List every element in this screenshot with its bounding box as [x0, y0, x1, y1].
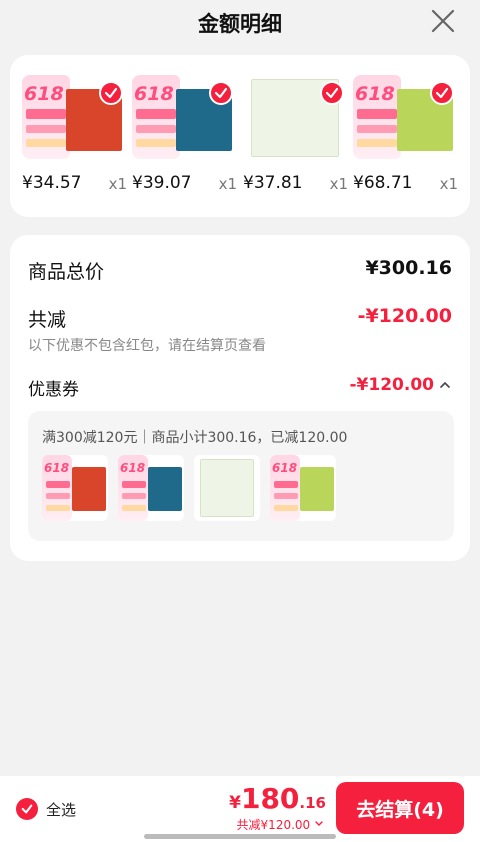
product-qty: x1 — [439, 175, 458, 193]
product-item[interactable]: ¥37.81 x1 — [243, 75, 348, 195]
coupon-label: 优惠券 — [28, 380, 79, 400]
total-amount: ¥180.16 — [229, 782, 326, 815]
promo-618-badge: 618 — [22, 75, 70, 159]
select-all-checkbox[interactable] — [16, 798, 38, 820]
price-summary: 商品总价 ¥300.16 共减 -¥120.00 以下优惠不包含红包，请在结算页… — [10, 235, 470, 561]
coupon-product-thumb: 618 — [42, 455, 108, 521]
product-price: ¥68.71 — [353, 173, 413, 193]
page-title: 金额明细 — [198, 12, 282, 36]
total-label: 商品总价 — [28, 261, 105, 283]
check-icon[interactable] — [99, 81, 123, 105]
chevron-up-icon — [440, 381, 450, 388]
coupon-description: 满300减120元｜商品小计300.16，已减120.00 — [42, 430, 348, 446]
check-icon[interactable] — [320, 81, 344, 105]
select-all-label[interactable]: 全选 — [46, 799, 76, 820]
check-icon[interactable] — [430, 81, 454, 105]
chevron-down-icon — [315, 821, 323, 826]
promo-618-badge: 618 — [353, 75, 401, 159]
checkout-button[interactable]: 去结算(4) — [336, 782, 464, 834]
promo-618-badge: 618 — [132, 75, 180, 159]
header: 金额明细 — [0, 0, 480, 50]
product-item[interactable]: 618 ¥68.71 x1 — [353, 75, 458, 195]
discount-label: 共减 — [28, 309, 67, 331]
discount-value: -¥120.00 — [357, 305, 452, 327]
product-price: ¥34.57 — [22, 173, 82, 193]
coupon-product-thumb: 618 — [118, 455, 184, 521]
coupon-detail: 满300减120元｜商品小计300.16，已减120.00 618 618 61… — [28, 411, 454, 541]
discount-note: 以下优惠不包含红包，请在结算页查看 — [28, 338, 266, 354]
product-qty: x1 — [108, 175, 127, 193]
coupon-toggle[interactable]: -¥120.00 — [350, 375, 453, 395]
saved-amount[interactable]: 共减¥120.00 — [237, 816, 324, 833]
product-price: ¥37.81 — [243, 173, 303, 193]
coupon-value: -¥120.00 — [349, 375, 435, 395]
close-icon[interactable] — [430, 8, 456, 34]
product-item[interactable]: 618 ¥39.07 x1 — [132, 75, 237, 195]
product-qty: x1 — [329, 175, 348, 193]
coupon-product-thumb: 618 — [270, 455, 336, 521]
product-qty: x1 — [218, 175, 237, 193]
product-price: ¥39.07 — [132, 173, 192, 193]
check-icon[interactable] — [209, 81, 233, 105]
home-indicator — [144, 834, 336, 839]
total-value: ¥300.16 — [365, 257, 452, 279]
coupon-product-thumb — [194, 455, 260, 521]
checkout-bar: 全选 ¥180.16 共减¥120.00 去结算(4) — [0, 776, 480, 842]
product-list: 618 ¥34.57 x1 618 ¥39.07 x1 ¥37.81 x1 61… — [10, 55, 470, 217]
check-icon — [21, 804, 33, 814]
product-item[interactable]: 618 ¥34.57 x1 — [22, 75, 127, 195]
